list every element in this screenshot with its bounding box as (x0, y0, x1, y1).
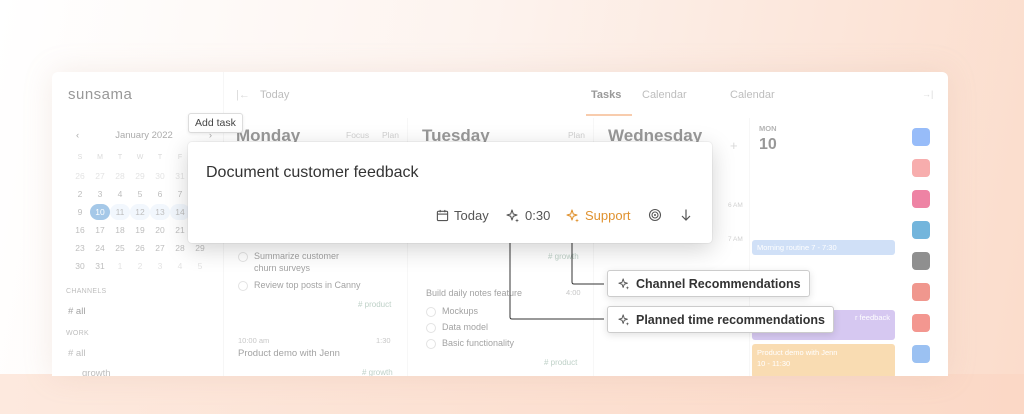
time-recommendations-label: Planned time recommendations (636, 312, 825, 327)
add-task-tooltip: Add task (188, 113, 243, 133)
move-down-button[interactable] (680, 208, 692, 222)
time-recommendations-callout: Planned time recommendations (607, 306, 834, 333)
calendar-icon (436, 209, 449, 222)
arrow-down-icon (681, 209, 691, 221)
date-button[interactable]: Today (436, 208, 489, 223)
duration-label: 0:30 (525, 208, 551, 223)
date-label: Today (454, 208, 489, 223)
sparkle-icon (618, 277, 630, 290)
connector-time (509, 230, 604, 320)
task-title[interactable]: Document customer feedback (206, 164, 419, 182)
sparkle-icon (566, 208, 579, 222)
target-icon (648, 208, 662, 222)
sparkle-icon (618, 313, 630, 326)
channel-recommendations-callout: Channel Recommendations (607, 270, 810, 297)
task-card[interactable]: Document customer feedback Today 0:30 Su… (188, 142, 712, 243)
focus-button[interactable] (648, 208, 662, 222)
channel-recommendations-label: Channel Recommendations (636, 276, 801, 291)
channel-button[interactable]: Support (566, 208, 631, 223)
channel-label: Support (585, 208, 631, 223)
duration-button[interactable]: 0:30 (506, 208, 550, 223)
sparkle-icon (506, 208, 519, 222)
